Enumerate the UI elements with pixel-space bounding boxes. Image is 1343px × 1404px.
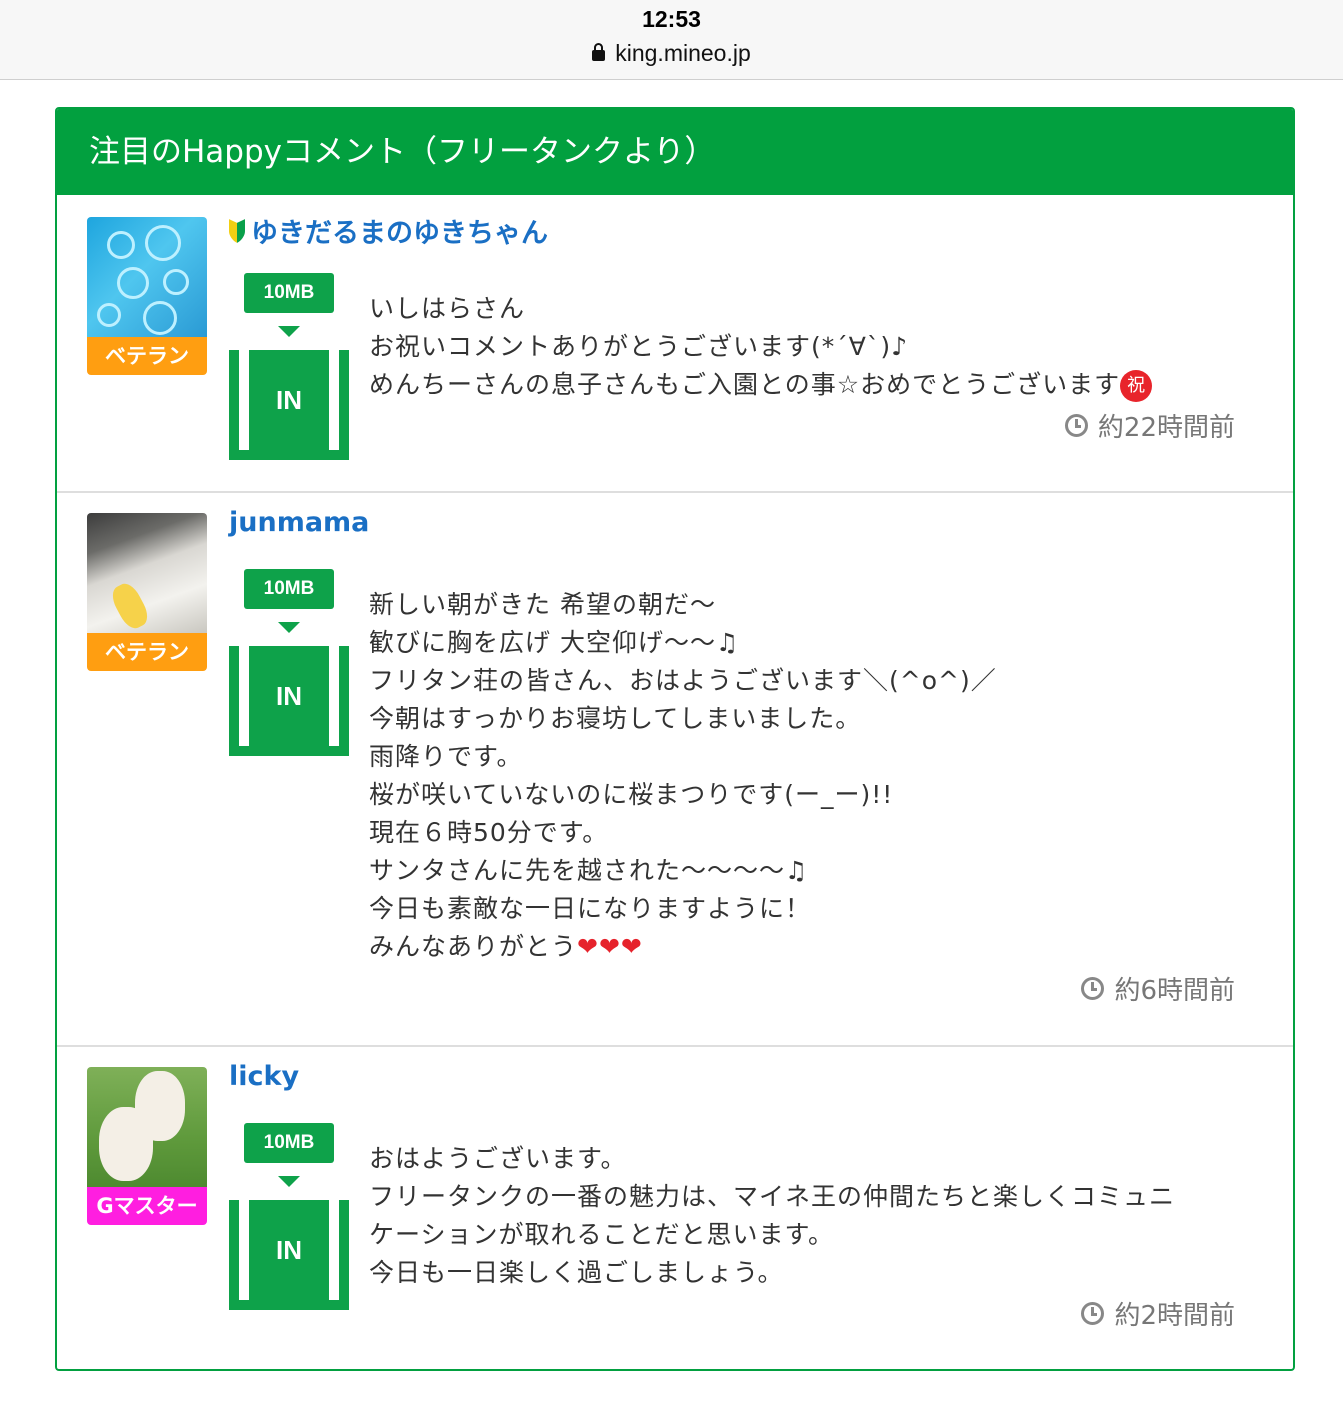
comment-item: ベテラン junmama 10MB IN 新しい朝がきた 希望の朝だ〜 歓びに胸… xyxy=(57,493,1293,1047)
heart-icons: ❤❤❤ xyxy=(577,932,643,961)
timestamp: 約22時間前 xyxy=(1064,407,1235,444)
timestamp: 約6時間前 xyxy=(1081,970,1235,1007)
status-time: 12:53 xyxy=(642,6,701,32)
username-text[interactable]: ゆきだるまのゆきちゃん xyxy=(251,218,548,249)
comment-line: 雨降りです。 xyxy=(369,742,523,771)
timestamp: 約2時間前 xyxy=(1081,1295,1235,1332)
browser-bar: 12:53 king.mineo.jp xyxy=(0,0,1343,80)
card-title: 注目のHappyコメント（フリータンクより） xyxy=(57,109,1293,195)
comment-line: 桜が咲いていないのに桜まつりです(ー_ー)!! xyxy=(369,780,894,809)
comment-line: 現在６時50分です。 xyxy=(369,818,609,847)
username-link[interactable]: licky xyxy=(229,1061,299,1092)
timestamp-text: 約2時間前 xyxy=(1114,1301,1235,1331)
timestamp-text: 約22時間前 xyxy=(1097,413,1235,443)
rank-badge: ベテラン xyxy=(87,337,207,375)
url-text[interactable]: king.mineo.jp xyxy=(615,40,751,66)
comment-text: 新しい朝がきた 希望の朝だ〜 歓びに胸を広げ 大空仰げ〜〜♫ フリタン荘の皆さん… xyxy=(369,586,997,966)
comment-text: おはようございます。 フリータンクの一番の魅力は、マイネ王の仲間たちと楽しくコミ… xyxy=(369,1140,1175,1292)
celebration-icon: 祝 xyxy=(1120,370,1153,402)
comment-line: めんちーさんの息子さんもご入園との事☆おめでとうございます xyxy=(369,370,1121,399)
comment-text: いしはらさん お祝いコメントありがとうございます(*´∀`)♪ めんちーさんの息… xyxy=(369,290,1153,404)
username-link[interactable]: ゆきだるまのゆきちゃん xyxy=(229,211,548,250)
comment-line: 今日も素敵な一日になりますように！ xyxy=(369,894,812,923)
address-bar[interactable]: king.mineo.jp xyxy=(0,40,1343,67)
lock-icon xyxy=(592,43,606,61)
badge-label: IN xyxy=(249,350,329,450)
arrow-down-icon xyxy=(278,622,300,633)
clock-icon xyxy=(1081,977,1105,1000)
comment-line: フリータンクの一番の魅力は、マイネ王の仲間たちと楽しくコミュニ xyxy=(369,1182,1176,1211)
rank-badge: Gマスター xyxy=(87,1187,207,1225)
tank-in-badge: 10MB IN xyxy=(229,273,349,470)
timestamp-text: 約6時間前 xyxy=(1114,976,1235,1006)
badge-amount: 10MB xyxy=(244,273,334,313)
tank-icon: IN xyxy=(229,350,349,460)
rank-badge: ベテラン xyxy=(87,633,207,671)
comment-item: ベテラン ゆきだるまのゆきちゃん 10MB IN いしはらさん お祝いコメントあ… xyxy=(57,197,1293,493)
comment-line: 今朝はすっかりお寝坊してしまいました。 xyxy=(369,704,862,733)
avatar[interactable]: Gマスター xyxy=(87,1067,207,1225)
badge-label: IN xyxy=(249,646,329,746)
tank-icon: IN xyxy=(229,646,349,756)
comment-line: 歓びに胸を広げ 大空仰げ〜〜♫ xyxy=(369,628,740,657)
badge-amount: 10MB xyxy=(244,569,334,609)
avatar-image[interactable] xyxy=(87,217,207,337)
avatar[interactable]: ベテラン xyxy=(87,217,207,375)
badge-label: IN xyxy=(249,1200,329,1300)
avatar-image[interactable] xyxy=(87,1067,207,1187)
badge-amount: 10MB xyxy=(244,1123,334,1163)
tank-icon: IN xyxy=(229,1200,349,1310)
username-link[interactable]: junmama xyxy=(229,507,369,538)
happy-comments-card: 注目のHappyコメント（フリータンクより） ベテラン ゆきだるまのゆきちゃん … xyxy=(55,107,1295,1371)
comment-line: お祝いコメントありがとうございます(*´∀`)♪ xyxy=(369,332,909,361)
comment-line: ケーションが取れることだと思います。 xyxy=(369,1220,835,1249)
comment-line: 新しい朝がきた 希望の朝だ〜 xyxy=(369,590,716,619)
avatar[interactable]: ベテラン xyxy=(87,513,207,671)
comment-line: フリタン荘の皆さん、おはようございます＼(^o^)／ xyxy=(369,666,997,695)
comment-item: Gマスター licky 10MB IN おはようございます。 フリータンクの一番… xyxy=(57,1047,1293,1367)
tank-in-badge: 10MB IN xyxy=(229,1123,349,1320)
arrow-down-icon xyxy=(278,326,300,337)
comment-line: みんなありがとう xyxy=(369,932,578,961)
comment-line: おはようございます。 xyxy=(369,1144,627,1173)
comment-line: 今日も一日楽しく過ごしましょう。 xyxy=(369,1258,784,1287)
clock-icon xyxy=(1064,414,1088,437)
comment-line: いしはらさん xyxy=(369,294,526,323)
clock-icon xyxy=(1081,1302,1105,1325)
beginner-mark-icon xyxy=(229,221,245,245)
avatar-image[interactable] xyxy=(87,513,207,633)
arrow-down-icon xyxy=(278,1176,300,1187)
comment-line: サンタさんに先を越された〜〜〜〜♫ xyxy=(369,856,809,885)
tank-in-badge: 10MB IN xyxy=(229,569,349,766)
